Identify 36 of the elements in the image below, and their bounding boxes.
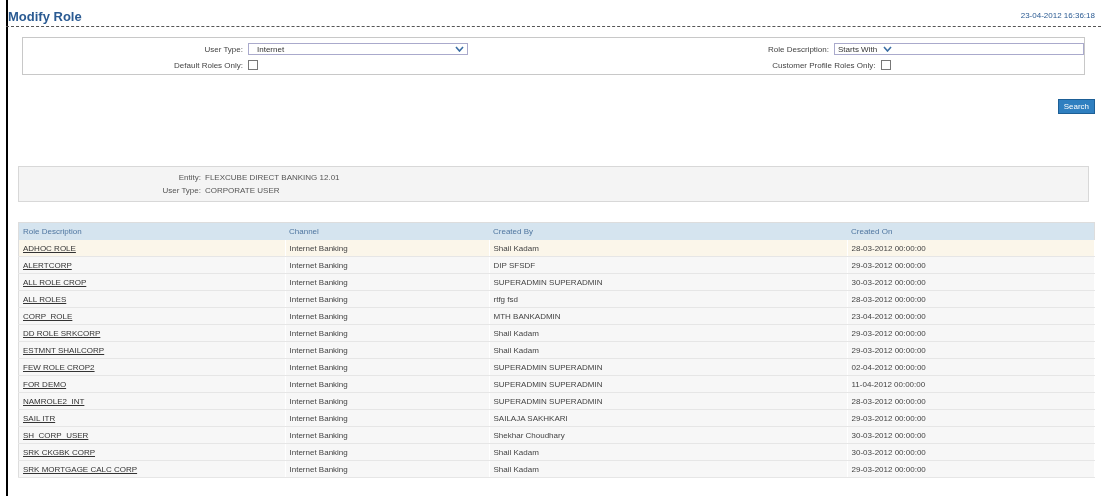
role-link[interactable]: ALL ROLES <box>23 294 67 304</box>
table-cell: Shail Kadam <box>489 240 847 257</box>
role-link[interactable]: ALL ROLE CROP <box>23 277 87 287</box>
role-link[interactable]: SRK CKGBK CORP <box>23 447 95 457</box>
info-label: Entity: <box>177 173 201 182</box>
field-label: Role Description: <box>767 44 829 54</box>
role-link[interactable]: ESTMNT SHAILCORP <box>23 345 105 355</box>
column-header: Channel <box>285 222 489 240</box>
info-value: CORPORATE USER <box>205 186 280 195</box>
table-cell: 28-03-2012 00:00:00 <box>847 240 1095 257</box>
table-cell: Internet Banking <box>285 240 489 257</box>
role-link[interactable]: FOR DEMO <box>23 379 67 389</box>
role-link[interactable]: NAMROLE2_INT <box>23 396 85 406</box>
role-link[interactable]: SAIL ITR <box>23 413 56 423</box>
field-label: Default Roles Only: <box>173 60 243 70</box>
timestamp: 23-04-2012 16:36:18 <box>1020 11 1095 22</box>
info-label: User Type: <box>161 186 201 195</box>
checkbox[interactable] <box>248 60 258 70</box>
role-link[interactable]: ADHOC ROLE <box>23 243 76 253</box>
dropdown[interactable]: Starts With <box>835 44 895 54</box>
search-button[interactable]: Search <box>1057 99 1095 114</box>
info-value: FLEXCUBE DIRECT BANKING 12.01 <box>205 173 340 182</box>
role-link[interactable]: SH_CORP_USER <box>23 430 89 440</box>
field-label: User Type: <box>203 44 243 54</box>
role-link[interactable]: DD ROLE SRKCORP <box>23 328 101 338</box>
column-header: Created On <box>847 222 1095 240</box>
role-link[interactable]: CORP_ROLE <box>23 311 73 321</box>
dropdown[interactable]: Internet <box>248 43 468 55</box>
page-title: Modify Role <box>8 9 82 24</box>
column-header: Created By <box>489 222 847 240</box>
role-link[interactable]: FEW ROLE CROP2 <box>23 362 95 372</box>
field-label: Customer Profile Roles Only: <box>771 60 876 70</box>
role-link[interactable]: ALERTCORP <box>23 260 72 270</box>
column-header: Role Description <box>18 222 285 240</box>
role-description-field[interactable]: Starts With <box>834 43 1084 55</box>
checkbox[interactable] <box>880 60 891 70</box>
